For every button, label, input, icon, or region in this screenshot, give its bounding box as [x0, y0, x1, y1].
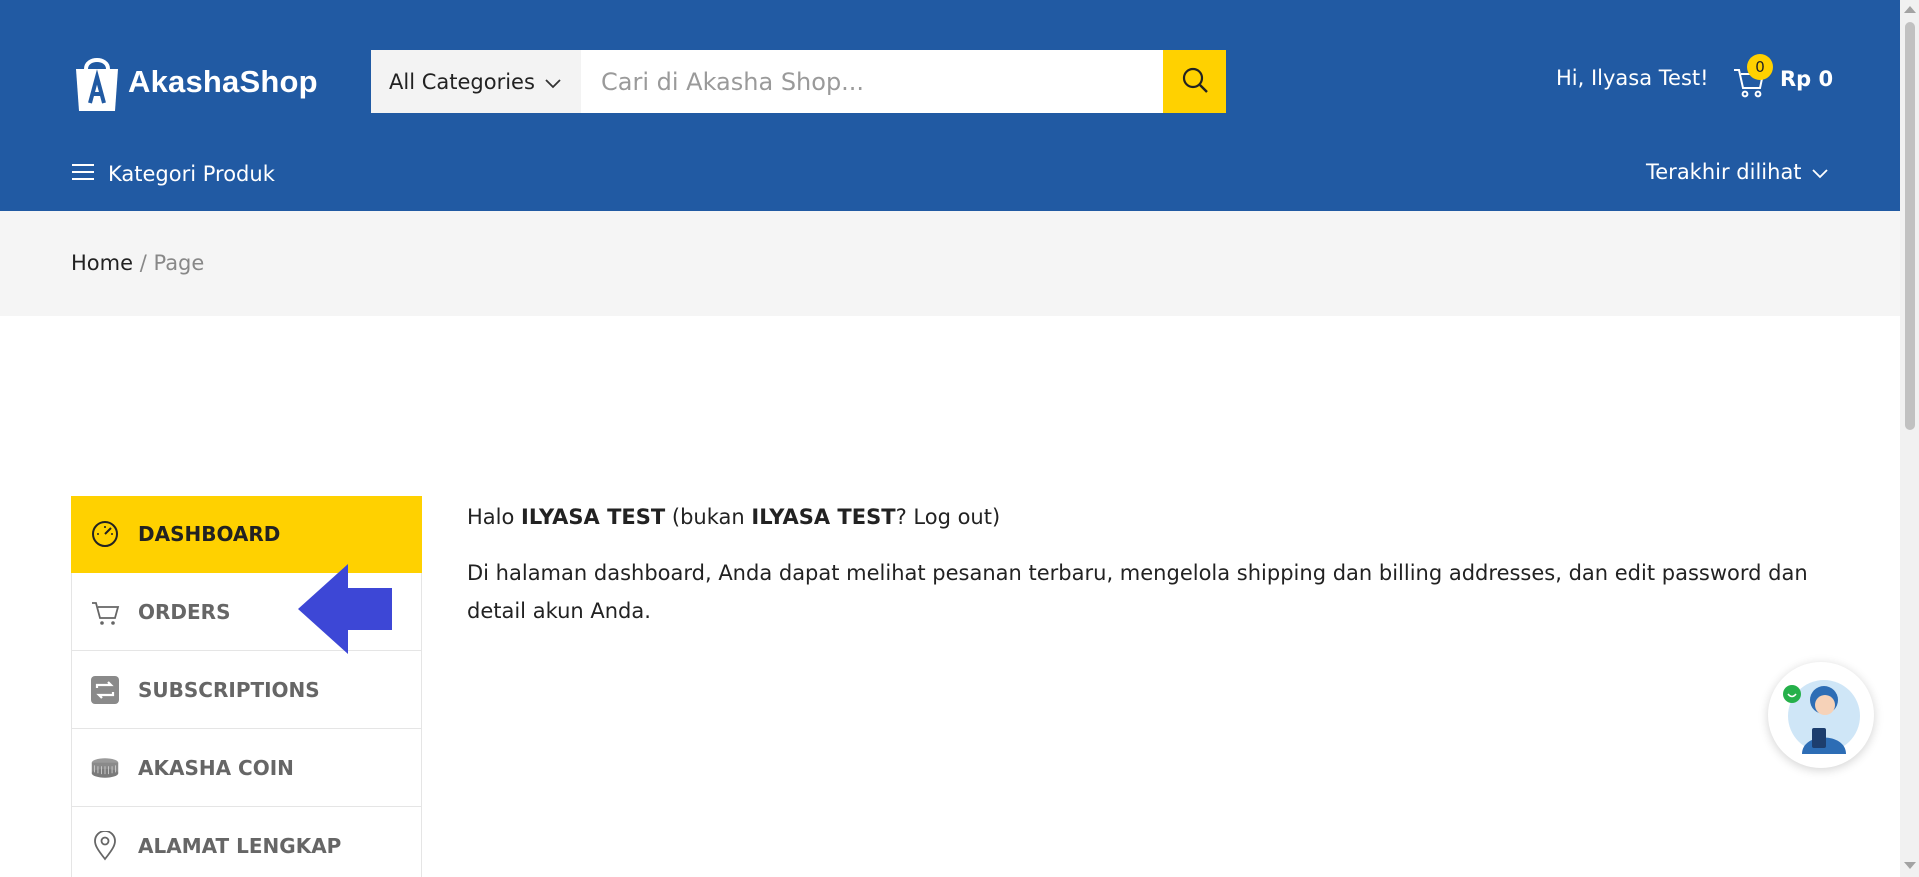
pointer-arrow-icon: [298, 562, 394, 656]
coin-stack-icon: [90, 753, 120, 783]
chevron-down-icon: [545, 70, 561, 94]
greeting-line: Halo ILYASA TEST (bukan ILYASA TEST? Log…: [467, 498, 1847, 536]
username: ILYASA TEST: [521, 505, 666, 529]
category-menu-toggle[interactable]: Kategori Produk: [72, 162, 275, 186]
not-user-prefix: (bukan: [665, 505, 752, 529]
user-greeting[interactable]: Hi, Ilyasa Test!: [1556, 66, 1709, 90]
search-icon: [1181, 66, 1209, 97]
category-select-label: All Categories: [389, 69, 535, 94]
menu-item-label: ALAMAT LENGKAP: [138, 833, 342, 858]
menu-item-label: AKASHA COIN: [138, 755, 294, 780]
breadcrumb-separator: /: [139, 251, 147, 275]
scroll-up-icon[interactable]: [1904, 6, 1916, 13]
menu-item-label: DASHBOARD: [138, 522, 281, 546]
site-header: AkashaShop All Categories Hi, Ilyasa Tes…: [0, 0, 1900, 211]
greeting-prefix: Halo: [467, 505, 522, 529]
question-mark: ?: [895, 505, 914, 529]
category-select[interactable]: All Categories: [371, 50, 581, 113]
cart-count-badge: 0: [1747, 54, 1773, 80]
brand-name: AkashaShop: [128, 64, 318, 99]
logo[interactable]: AkashaShop: [72, 50, 318, 114]
breadcrumb: Home / Page: [71, 251, 204, 275]
location-pin-icon: [90, 830, 120, 861]
menu-item-alamat-lengkap[interactable]: ALAMAT LENGKAP: [71, 807, 422, 877]
recently-viewed-dropdown[interactable]: Terakhir dilihat: [1646, 160, 1828, 184]
breadcrumb-home[interactable]: Home: [71, 251, 133, 275]
dashboard-content: Halo ILYASA TEST (bukan ILYASA TEST? Log…: [467, 498, 1847, 648]
hamburger-icon: [72, 162, 94, 186]
scrollbar-thumb[interactable]: [1905, 22, 1915, 430]
category-menu-label: Kategori Produk: [108, 162, 275, 186]
menu-item-label: ORDERS: [138, 599, 231, 624]
cart-icon: [90, 597, 120, 627]
username-repeat: ILYASA TEST: [751, 505, 896, 529]
search-button[interactable]: [1163, 50, 1226, 113]
chat-support-button[interactable]: [1768, 662, 1874, 768]
breadcrumb-current: Page: [153, 251, 205, 275]
page-scrollbar[interactable]: [1900, 0, 1919, 877]
search-bar: All Categories: [371, 50, 1226, 113]
dashboard-description: Di halaman dashboard, Anda dapat melihat…: [467, 561, 1808, 623]
recently-viewed-label: Terakhir dilihat: [1646, 160, 1802, 184]
shopping-bag-logo-icon: [72, 51, 122, 113]
support-agent-avatar-icon: [1783, 680, 1860, 754]
breadcrumb-band: [0, 211, 1900, 316]
gauge-icon: [90, 519, 120, 549]
cart-total[interactable]: Rp 0: [1780, 67, 1833, 91]
account-menu: DASHBOARD ORDERS SUBSCRIPTIONS AKASHA CO…: [71, 496, 422, 877]
logout-link[interactable]: Log out: [913, 505, 992, 529]
menu-item-label: SUBSCRIPTIONS: [138, 677, 320, 702]
scroll-down-icon[interactable]: [1904, 862, 1916, 869]
paren-close: ): [991, 505, 1001, 529]
chevron-down-icon: [1811, 160, 1828, 184]
menu-item-akasha-coin[interactable]: AKASHA COIN: [71, 729, 422, 807]
repeat-icon: [90, 675, 120, 705]
search-input[interactable]: [581, 50, 1163, 113]
menu-item-subscriptions[interactable]: SUBSCRIPTIONS: [71, 651, 422, 729]
